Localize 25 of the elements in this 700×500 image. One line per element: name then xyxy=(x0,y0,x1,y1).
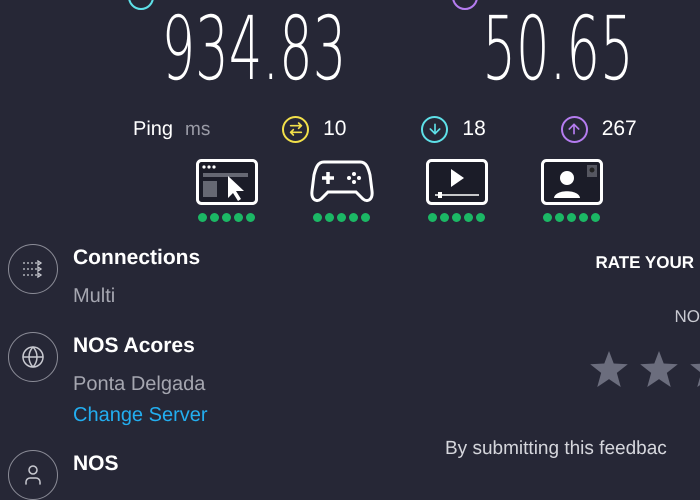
provider-name: NO xyxy=(674,306,700,328)
gamepad-icon xyxy=(310,159,374,205)
video-player-icon xyxy=(426,159,488,205)
ping-label: Ping xyxy=(133,116,174,142)
detail-title: NOS xyxy=(73,451,119,477)
detail-title: NOS Acores xyxy=(73,333,196,359)
detail-subtitle: Ponta Delgada xyxy=(73,372,206,397)
ping-unit: ms xyxy=(185,118,210,142)
globe-icon xyxy=(8,332,58,382)
ping-value: 267 xyxy=(602,116,637,142)
browser-cursor-icon xyxy=(196,159,258,205)
user-icon xyxy=(8,450,58,500)
detail-title: Connections xyxy=(73,245,200,271)
ping-value: 10 xyxy=(323,116,346,142)
change-server-link[interactable]: Change Server xyxy=(73,402,208,428)
star-icon[interactable] xyxy=(640,351,678,387)
feedback-note: By submitting this feedbac xyxy=(445,437,667,461)
speed-value: 50.65 xyxy=(482,10,634,88)
speed-value: 934.83 xyxy=(161,10,346,88)
star-icon[interactable] xyxy=(590,351,628,387)
detail-subtitle: Multi xyxy=(73,284,116,309)
connections-icon xyxy=(8,244,58,294)
video-call-icon xyxy=(540,159,602,205)
ping-value: 18 xyxy=(462,116,486,142)
rating-title: RATE YOUR xyxy=(595,252,695,274)
